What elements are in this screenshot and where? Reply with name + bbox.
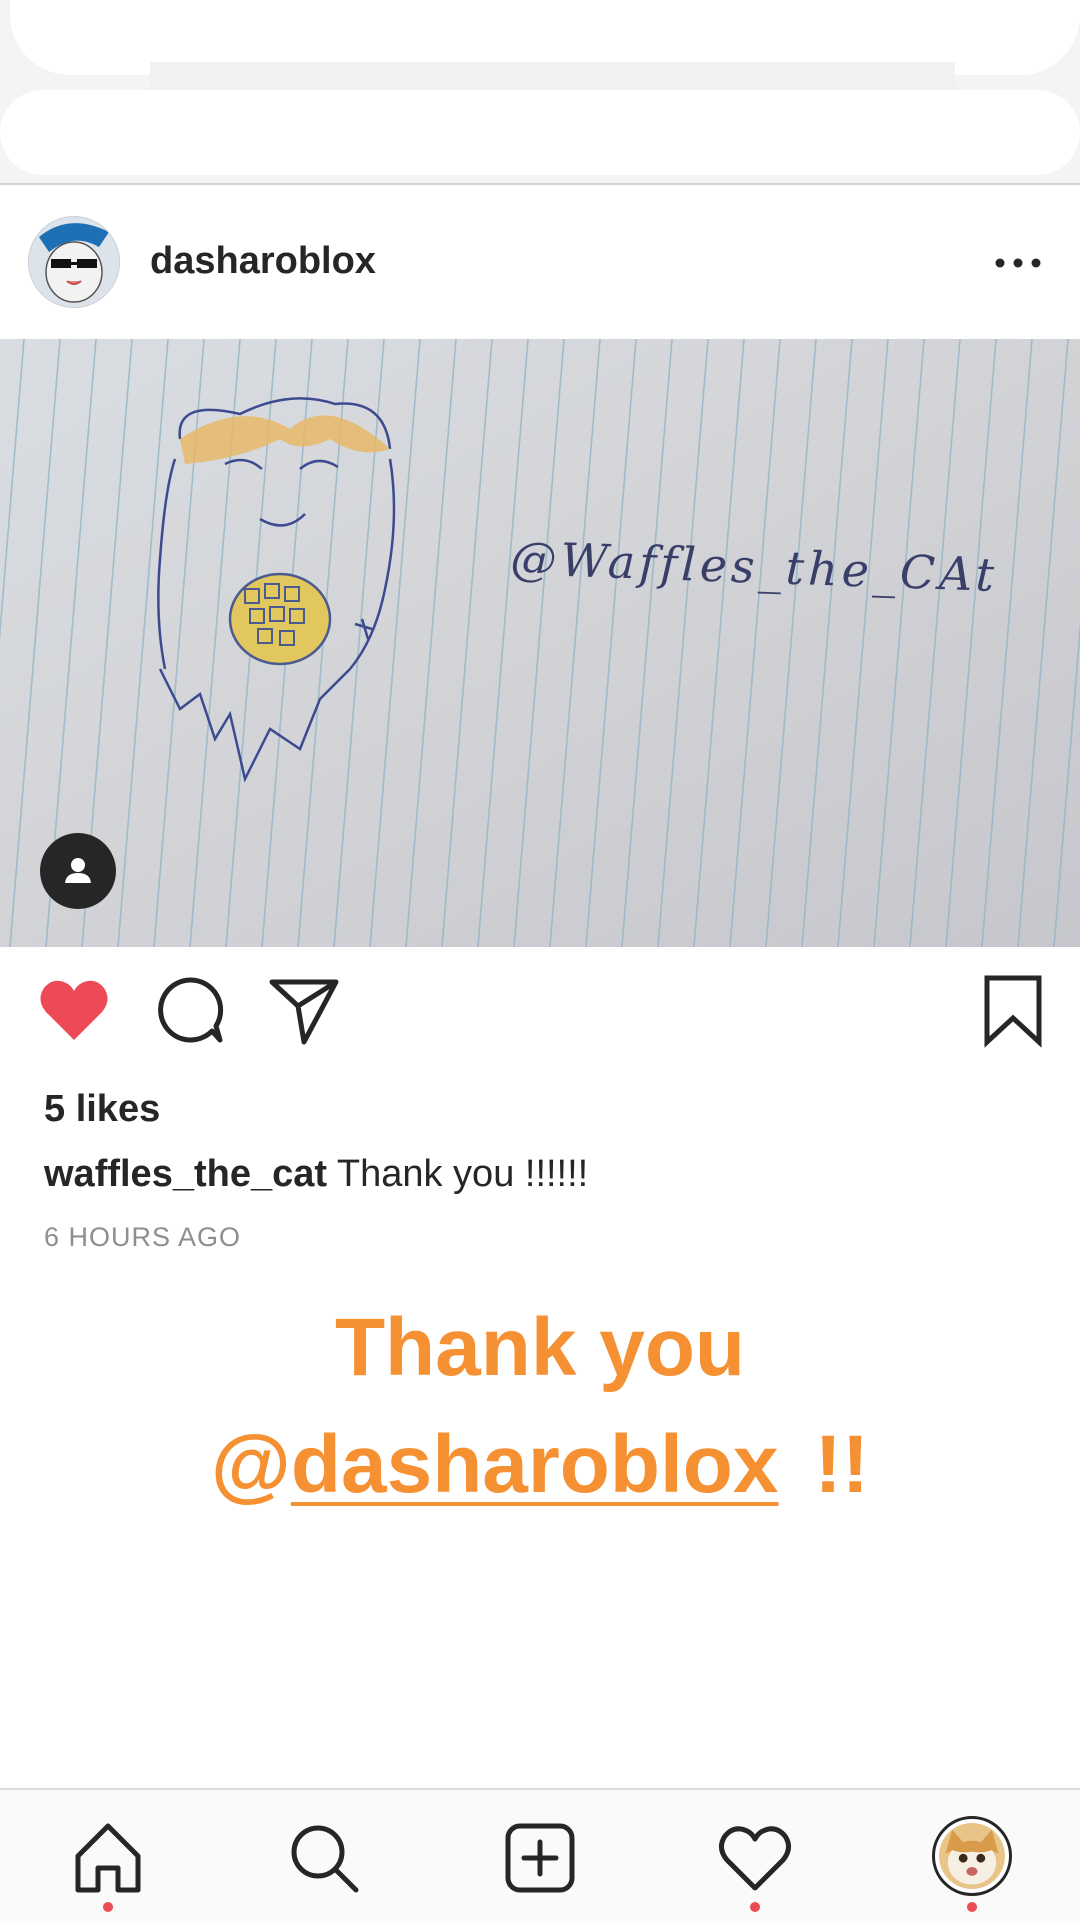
- profile-cat-photo: [939, 1823, 1005, 1889]
- add-post-icon[interactable]: [500, 1818, 580, 1898]
- profile-avatar-icon[interactable]: [932, 1816, 1012, 1896]
- home-notification-dot: [103, 1902, 113, 1912]
- comment-bubble-icon[interactable]: [150, 970, 230, 1050]
- more-dots-icon[interactable]: [990, 243, 1046, 283]
- likes-count[interactable]: 5 likes: [44, 1085, 160, 1133]
- mention-handle: dasharoblox: [290, 1419, 779, 1510]
- paper-plane-icon[interactable]: [264, 970, 344, 1050]
- post-header: dasharoblox: [0, 185, 1080, 339]
- activity-notification-dot: [750, 1902, 760, 1912]
- mention-at: @: [210, 1419, 291, 1510]
- search-icon[interactable]: [284, 1818, 364, 1898]
- caption-username[interactable]: waffles_the_cat: [44, 1153, 327, 1195]
- bookmark-icon[interactable]: [973, 970, 1053, 1050]
- post-actions: [0, 970, 1080, 1060]
- post-timestamp: 6 HOURS AGO: [44, 1222, 242, 1252]
- heart-filled-icon[interactable]: [34, 970, 114, 1050]
- home-icon[interactable]: [68, 1818, 148, 1898]
- post-photo[interactable]: @Waffles_the_CAt: [0, 339, 1080, 947]
- obscured-header: [0, 0, 1080, 185]
- post-author-username[interactable]: dasharoblox: [150, 237, 376, 285]
- person-tag-icon[interactable]: [40, 833, 116, 909]
- caption-text: Thank you !!!!!!: [336, 1153, 589, 1195]
- mention-exclaim: !!: [814, 1419, 870, 1510]
- overlay-thank-you: Thank you: [334, 1302, 746, 1393]
- profile-notification-dot: [967, 1902, 977, 1912]
- bottom-nav: [0, 1788, 1080, 1923]
- overlay-mention: @dasharoblox!!: [0, 1415, 1080, 1515]
- post-author-avatar[interactable]: [29, 217, 119, 307]
- post-caption: waffles_the_cat Thank you !!!!!!: [44, 1150, 588, 1198]
- heart-outline-icon[interactable]: [715, 1818, 795, 1898]
